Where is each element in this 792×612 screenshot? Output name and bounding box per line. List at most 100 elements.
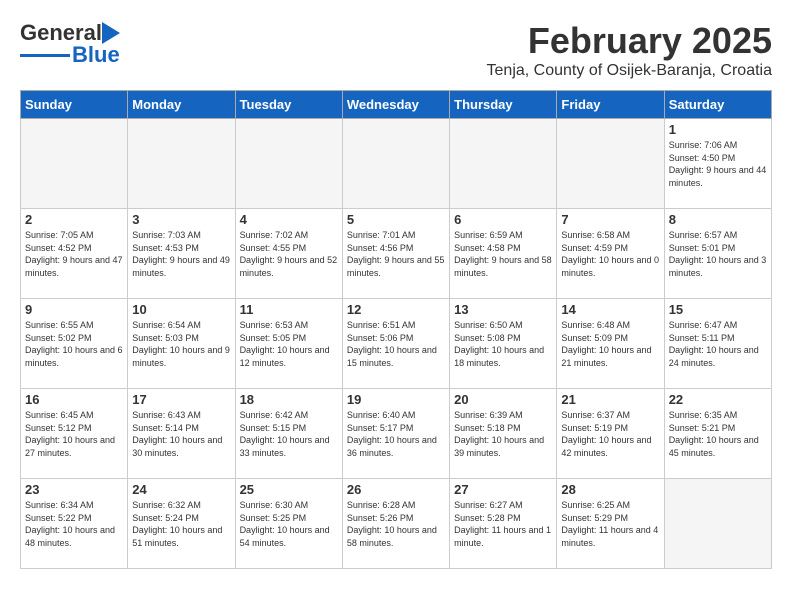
- day-number: 4: [240, 212, 338, 227]
- day-number: 26: [347, 482, 445, 497]
- day-info: Sunrise: 6:47 AM Sunset: 5:11 PM Dayligh…: [669, 319, 767, 369]
- day-info: Sunrise: 6:54 AM Sunset: 5:03 PM Dayligh…: [132, 319, 230, 369]
- calendar-cell: 8 Sunrise: 6:57 AM Sunset: 5:01 PM Daylig…: [664, 209, 771, 299]
- day-info: Sunrise: 6:45 AM Sunset: 5:12 PM Dayligh…: [25, 409, 123, 459]
- calendar-week-row: 23Sunrise: 6:34 AM Sunset: 5:22 PM Dayli…: [21, 479, 772, 569]
- calendar-week-row: 16 Sunrise: 6:45 AM Sunset: 5:12 PM Dayli…: [21, 389, 772, 479]
- calendar-cell: 3 Sunrise: 7:03 AM Sunset: 4:53 PM Daylig…: [128, 209, 235, 299]
- day-number: 17: [132, 392, 230, 407]
- day-info: Sunrise: 7:01 AM Sunset: 4:56 PM Dayligh…: [347, 229, 445, 279]
- day-info: Sunrise: 6:32 AM Sunset: 5:24 PM Dayligh…: [132, 499, 230, 549]
- day-info: Sunrise: 6:48 AM Sunset: 5:09 PM Dayligh…: [561, 319, 659, 369]
- day-info: Sunrise: 6:53 AM Sunset: 5:05 PM Dayligh…: [240, 319, 338, 369]
- day-number: 14: [561, 302, 659, 317]
- calendar-cell: 17 Sunrise: 6:43 AM Sunset: 5:14 PM Dayli…: [128, 389, 235, 479]
- calendar-cell: 25 Sunrise: 6:30 AM Sunset: 5:25 PM Dayli…: [235, 479, 342, 569]
- day-info: Sunrise: 6:37 AM Sunset: 5:19 PM Dayligh…: [561, 409, 659, 459]
- day-number: 25: [240, 482, 338, 497]
- col-header-saturday: Saturday: [664, 91, 771, 119]
- day-number: 18: [240, 392, 338, 407]
- page-header: General Blue February 2025 Tenja, County…: [20, 20, 772, 80]
- day-number: 15: [669, 302, 767, 317]
- logo: General Blue: [20, 20, 132, 68]
- calendar-cell: 1Sunrise: 7:06 AM Sunset: 4:50 PM Daylig…: [664, 119, 771, 209]
- day-info: Sunrise: 6:25 AM Sunset: 5:29 PM Dayligh…: [561, 499, 659, 549]
- calendar-cell: 2 Sunrise: 7:05 AM Sunset: 4:52 PM Daylig…: [21, 209, 128, 299]
- calendar-header-row: SundayMondayTuesdayWednesdayThursdayFrid…: [21, 91, 772, 119]
- calendar-cell: [664, 479, 771, 569]
- day-info: Sunrise: 6:40 AM Sunset: 5:17 PM Dayligh…: [347, 409, 445, 459]
- day-number: 13: [454, 302, 552, 317]
- calendar-cell: 21 Sunrise: 6:37 AM Sunset: 5:19 PM Dayli…: [557, 389, 664, 479]
- day-number: 7: [561, 212, 659, 227]
- calendar-cell: 5 Sunrise: 7:01 AM Sunset: 4:56 PM Daylig…: [342, 209, 449, 299]
- calendar-cell: 22 Sunrise: 6:35 AM Sunset: 5:21 PM Dayli…: [664, 389, 771, 479]
- calendar-week-row: 2 Sunrise: 7:05 AM Sunset: 4:52 PM Daylig…: [21, 209, 772, 299]
- day-number: 12: [347, 302, 445, 317]
- day-info: Sunrise: 7:03 AM Sunset: 4:53 PM Dayligh…: [132, 229, 230, 279]
- day-number: 3: [132, 212, 230, 227]
- day-number: 6: [454, 212, 552, 227]
- calendar-cell: [235, 119, 342, 209]
- location-title: Tenja, County of Osijek-Baranja, Croatia: [487, 62, 772, 80]
- calendar-cell: 24Sunrise: 6:32 AM Sunset: 5:24 PM Dayli…: [128, 479, 235, 569]
- calendar-week-row: 1Sunrise: 7:06 AM Sunset: 4:50 PM Daylig…: [21, 119, 772, 209]
- day-number: 22: [669, 392, 767, 407]
- day-info: Sunrise: 6:39 AM Sunset: 5:18 PM Dayligh…: [454, 409, 552, 459]
- calendar-cell: 26 Sunrise: 6:28 AM Sunset: 5:26 PM Dayli…: [342, 479, 449, 569]
- calendar-cell: 11 Sunrise: 6:53 AM Sunset: 5:05 PM Dayli…: [235, 299, 342, 389]
- calendar-cell: 14 Sunrise: 6:48 AM Sunset: 5:09 PM Dayli…: [557, 299, 664, 389]
- day-info: Sunrise: 7:05 AM Sunset: 4:52 PM Dayligh…: [25, 229, 123, 279]
- day-info: Sunrise: 6:35 AM Sunset: 5:21 PM Dayligh…: [669, 409, 767, 459]
- day-info: Sunrise: 6:43 AM Sunset: 5:14 PM Dayligh…: [132, 409, 230, 459]
- day-info: Sunrise: 6:42 AM Sunset: 5:15 PM Dayligh…: [240, 409, 338, 459]
- day-info: Sunrise: 6:27 AM Sunset: 5:28 PM Dayligh…: [454, 499, 552, 549]
- day-info: Sunrise: 6:59 AM Sunset: 4:58 PM Dayligh…: [454, 229, 552, 279]
- calendar-cell: [128, 119, 235, 209]
- calendar-cell: 23Sunrise: 6:34 AM Sunset: 5:22 PM Dayli…: [21, 479, 128, 569]
- col-header-monday: Monday: [128, 91, 235, 119]
- calendar-cell: 16 Sunrise: 6:45 AM Sunset: 5:12 PM Dayli…: [21, 389, 128, 479]
- day-number: 10: [132, 302, 230, 317]
- day-info: Sunrise: 6:58 AM Sunset: 4:59 PM Dayligh…: [561, 229, 659, 279]
- calendar-cell: 20 Sunrise: 6:39 AM Sunset: 5:18 PM Dayli…: [450, 389, 557, 479]
- day-info: Sunrise: 6:28 AM Sunset: 5:26 PM Dayligh…: [347, 499, 445, 549]
- day-info: Sunrise: 6:51 AM Sunset: 5:06 PM Dayligh…: [347, 319, 445, 369]
- day-number: 16: [25, 392, 123, 407]
- calendar-cell: 4 Sunrise: 7:02 AM Sunset: 4:55 PM Daylig…: [235, 209, 342, 299]
- calendar-cell: 15 Sunrise: 6:47 AM Sunset: 5:11 PM Dayli…: [664, 299, 771, 389]
- day-info: Sunrise: 7:06 AM Sunset: 4:50 PM Dayligh…: [669, 139, 767, 189]
- calendar-cell: 10 Sunrise: 6:54 AM Sunset: 5:03 PM Dayli…: [128, 299, 235, 389]
- day-number: 23: [25, 482, 123, 497]
- calendar-cell: [342, 119, 449, 209]
- calendar-cell: 12 Sunrise: 6:51 AM Sunset: 5:06 PM Dayli…: [342, 299, 449, 389]
- col-header-tuesday: Tuesday: [235, 91, 342, 119]
- day-number: 20: [454, 392, 552, 407]
- calendar-table: SundayMondayTuesdayWednesdayThursdayFrid…: [20, 90, 772, 569]
- calendar-cell: [450, 119, 557, 209]
- day-number: 8: [669, 212, 767, 227]
- logo-arrow-icon: [102, 22, 132, 44]
- day-number: 11: [240, 302, 338, 317]
- day-number: 21: [561, 392, 659, 407]
- day-info: Sunrise: 6:57 AM Sunset: 5:01 PM Dayligh…: [669, 229, 767, 279]
- calendar-cell: [557, 119, 664, 209]
- month-title: February 2025: [487, 20, 772, 62]
- day-number: 5: [347, 212, 445, 227]
- day-info: Sunrise: 6:50 AM Sunset: 5:08 PM Dayligh…: [454, 319, 552, 369]
- calendar-cell: 28Sunrise: 6:25 AM Sunset: 5:29 PM Dayli…: [557, 479, 664, 569]
- calendar-cell: [21, 119, 128, 209]
- calendar-cell: 9Sunrise: 6:55 AM Sunset: 5:02 PM Daylig…: [21, 299, 128, 389]
- calendar-cell: 19Sunrise: 6:40 AM Sunset: 5:17 PM Dayli…: [342, 389, 449, 479]
- calendar-week-row: 9Sunrise: 6:55 AM Sunset: 5:02 PM Daylig…: [21, 299, 772, 389]
- col-header-sunday: Sunday: [21, 91, 128, 119]
- calendar-cell: 13 Sunrise: 6:50 AM Sunset: 5:08 PM Dayli…: [450, 299, 557, 389]
- calendar-cell: 27 Sunrise: 6:27 AM Sunset: 5:28 PM Dayli…: [450, 479, 557, 569]
- day-number: 27: [454, 482, 552, 497]
- day-info: Sunrise: 7:02 AM Sunset: 4:55 PM Dayligh…: [240, 229, 338, 279]
- day-info: Sunrise: 6:30 AM Sunset: 5:25 PM Dayligh…: [240, 499, 338, 549]
- col-header-friday: Friday: [557, 91, 664, 119]
- calendar-cell: 7 Sunrise: 6:58 AM Sunset: 4:59 PM Daylig…: [557, 209, 664, 299]
- logo-blue: Blue: [72, 42, 120, 68]
- day-number: 2: [25, 212, 123, 227]
